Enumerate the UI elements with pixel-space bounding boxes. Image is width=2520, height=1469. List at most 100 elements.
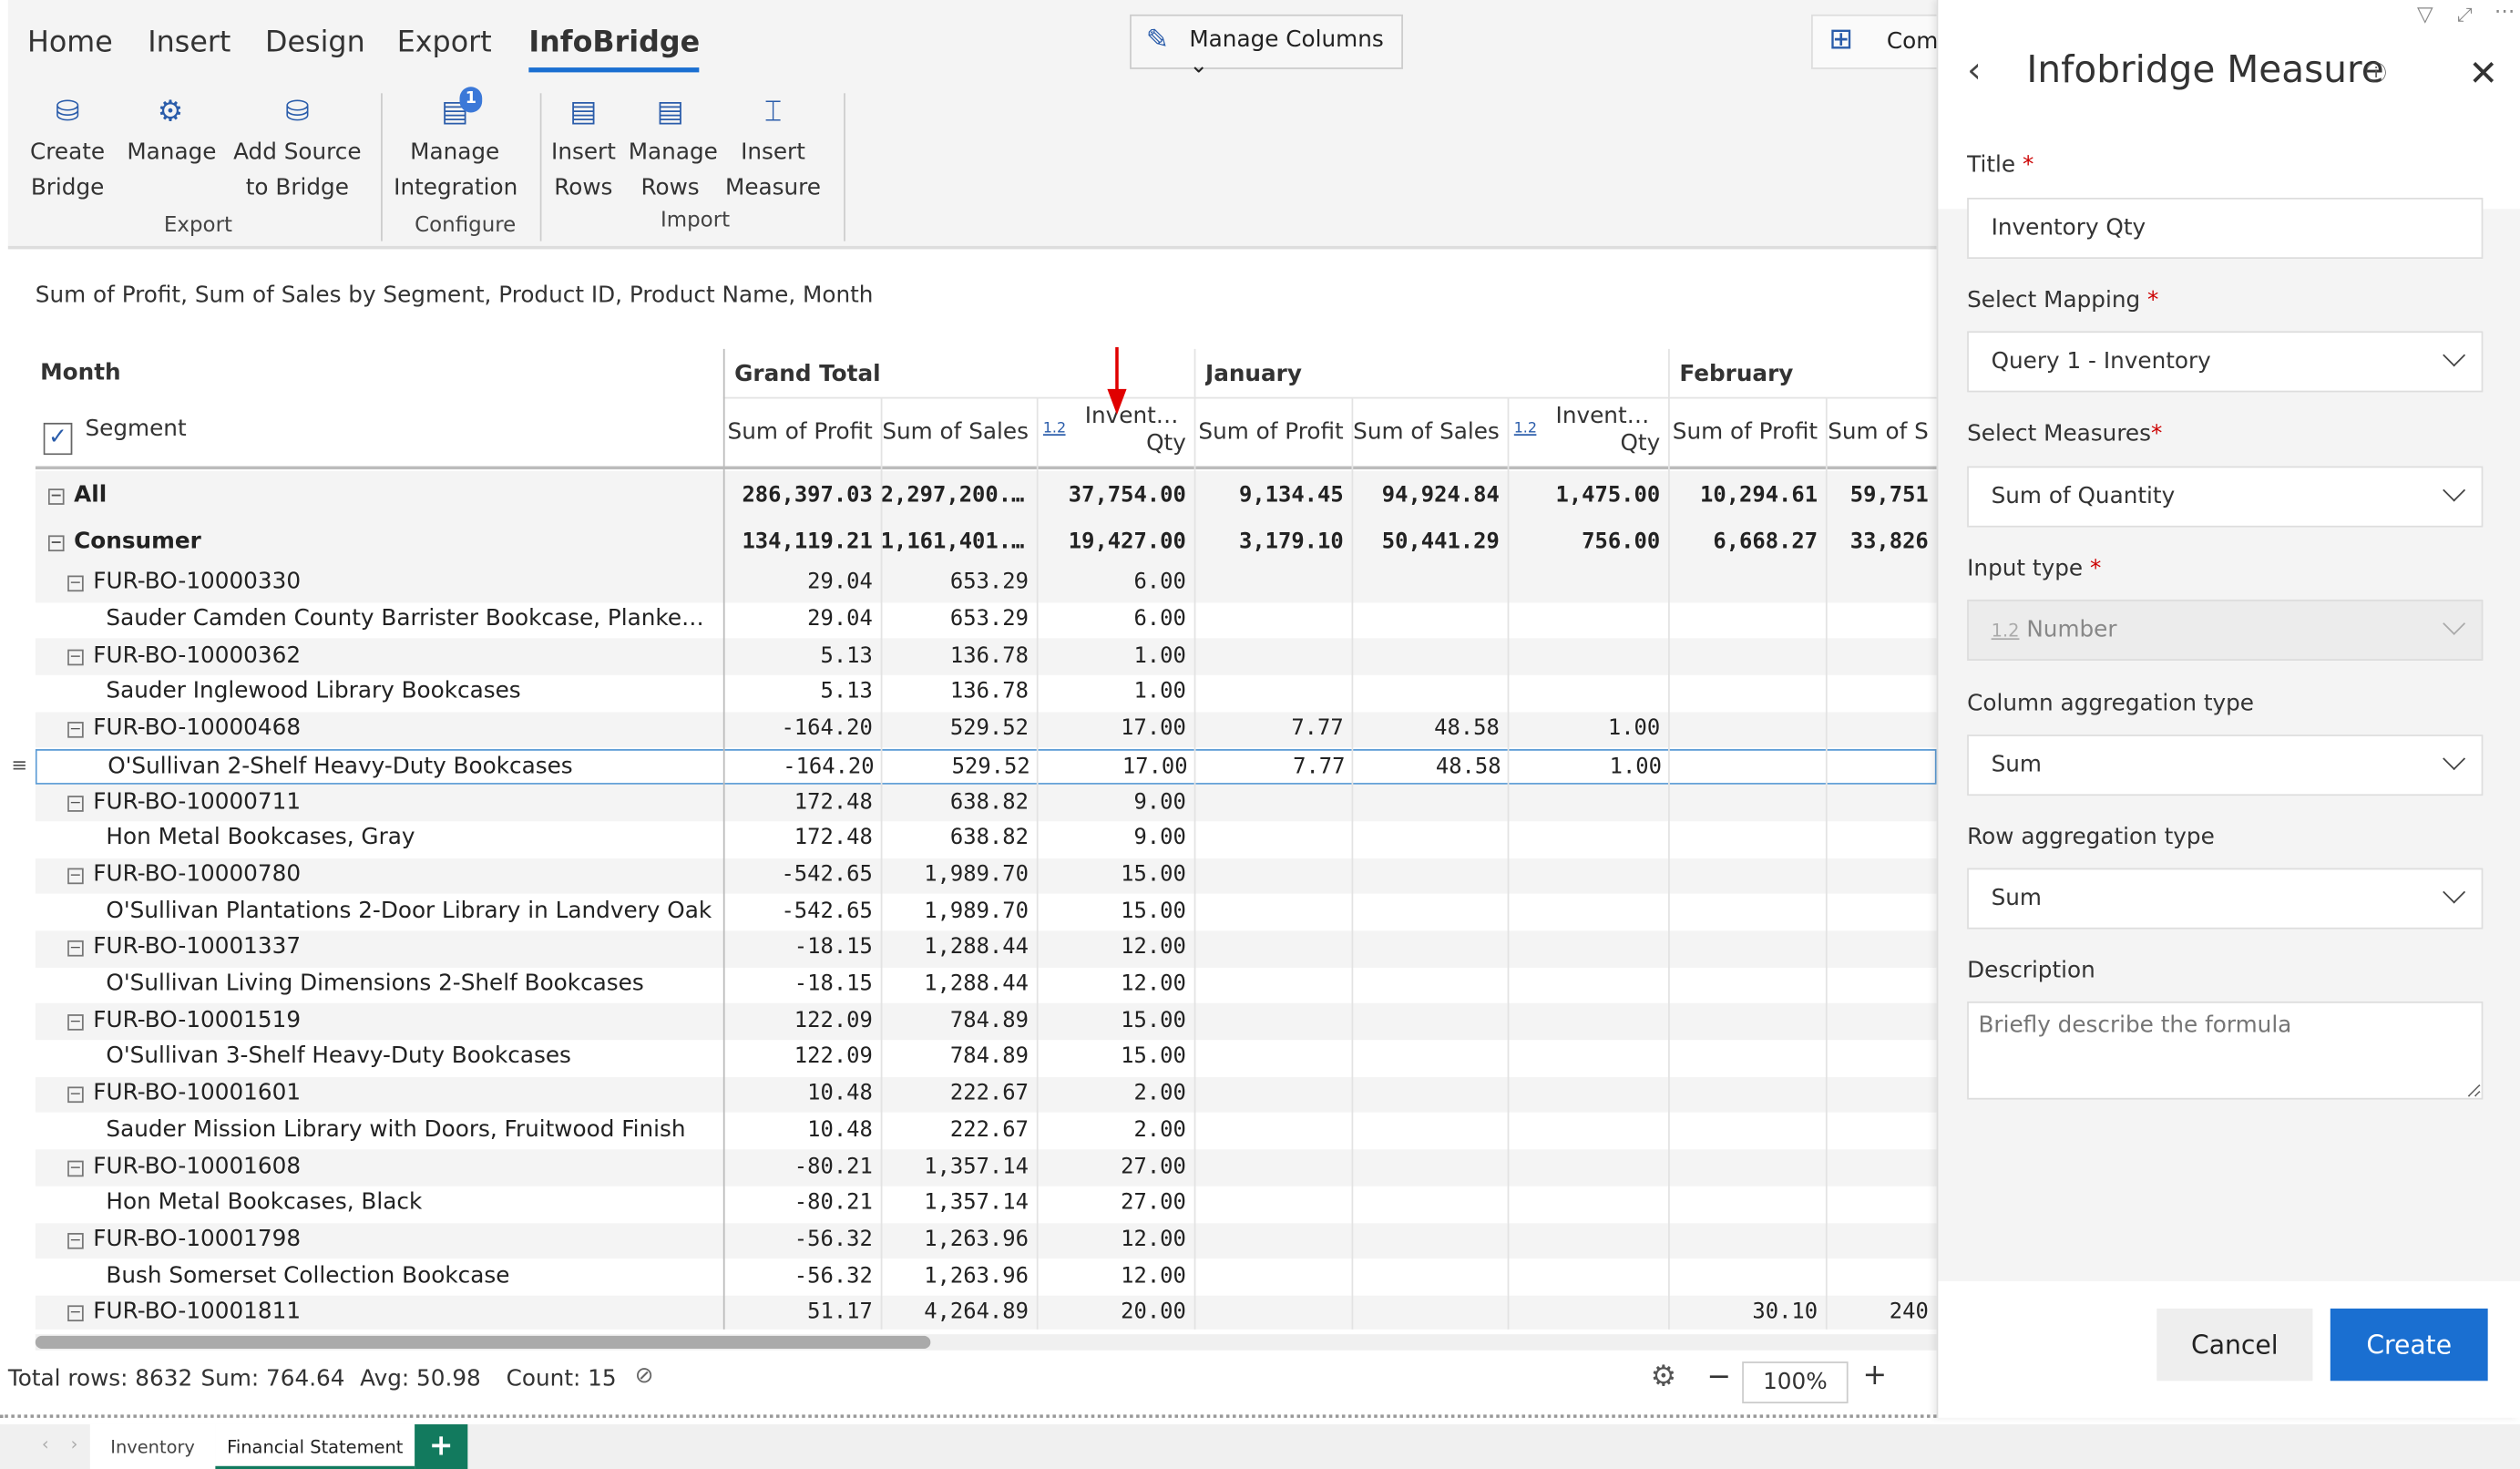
cell-value[interactable]: 1.00	[1037, 642, 1194, 668]
cell-value[interactable]: 638.82	[881, 825, 1037, 850]
cell-value[interactable]: 1,263.96	[881, 1227, 1037, 1252]
cell-value[interactable]: 48.58	[1353, 754, 1509, 779]
table-row[interactable]: − Consumer 134,119.21 1,161,401... 19,427.00…	[35, 520, 1937, 566]
cell-value[interactable]: 222.67	[881, 1081, 1037, 1106]
sheet-tab-inventory[interactable]: Inventory	[89, 1423, 216, 1469]
cell-value[interactable]: -542.65	[723, 898, 881, 923]
title-input[interactable]: Inventory Qty	[1967, 197, 2484, 260]
cell-value[interactable]: -18.15	[723, 971, 881, 997]
tab-infobridge[interactable]: InfoBridge	[528, 26, 701, 73]
next-sheet-icon[interactable]: ›	[71, 1433, 78, 1454]
collapse-icon[interactable]: −	[67, 722, 84, 738]
more-icon[interactable]: ⋯	[2494, 0, 2515, 24]
cell-value[interactable]: 29.04	[723, 570, 881, 595]
table-row[interactable]: − FUR-BO-10001601 10.48 222.67 2.00	[35, 1076, 1937, 1114]
cell-value[interactable]: 756.00	[1508, 529, 1668, 554]
cell-value[interactable]: 136.78	[881, 642, 1037, 668]
cell-value[interactable]: 2.00	[1037, 1081, 1194, 1106]
prev-sheet-icon[interactable]: ‹	[42, 1433, 49, 1454]
cell-value[interactable]: 784.89	[881, 1044, 1037, 1070]
table-row[interactable]: − FUR-BO-10001798 -56.32 1,263.96 12.00	[35, 1222, 1937, 1259]
cell-value[interactable]: 1,161,401...	[881, 529, 1037, 554]
cell-value[interactable]: 15.00	[1037, 1008, 1194, 1033]
column-header[interactable]: Sum of Profit	[723, 419, 881, 447]
cell-value[interactable]: 122.09	[723, 1044, 881, 1070]
cell-value[interactable]: 529.52	[881, 715, 1037, 741]
column-header[interactable]: Sum of Profit	[1668, 419, 1826, 447]
cell-value[interactable]: 1.00	[1508, 715, 1668, 741]
cell-value[interactable]: 27.00	[1037, 1154, 1194, 1179]
manage-button[interactable]: ⚙ Manage	[127, 93, 216, 170]
table-row[interactable]: − FUR-BO-10001608 -80.21 1,357.14 27.00	[35, 1149, 1937, 1186]
cell-value[interactable]: 1,263.96	[881, 1263, 1037, 1289]
add-source-button[interactable]: ⛁ Add Source to Bridge	[233, 93, 362, 205]
column-header[interactable]: Sum of Sales	[881, 419, 1037, 447]
cell-value[interactable]: 27.00	[1037, 1190, 1194, 1216]
cell-value[interactable]: -18.15	[723, 934, 881, 960]
info-icon[interactable]: ⓘ	[2366, 56, 2387, 87]
cancel-button[interactable]: Cancel	[2156, 1308, 2313, 1382]
cell-value[interactable]: 15.00	[1037, 898, 1194, 923]
tab-design[interactable]: Design	[265, 26, 365, 59]
segment-header[interactable]: ✓ Segment	[43, 416, 187, 456]
cell-value[interactable]: 653.29	[881, 570, 1037, 595]
cell-value[interactable]: -80.21	[723, 1190, 881, 1216]
cell-value[interactable]: 1.00	[1509, 754, 1669, 779]
cell-value[interactable]: 12.00	[1037, 971, 1194, 997]
zoom-out-button[interactable]: −	[1706, 1360, 1731, 1393]
cell-value[interactable]: 15.00	[1037, 1044, 1194, 1070]
cell-value[interactable]: 172.48	[723, 788, 881, 814]
back-icon[interactable]: ‹	[1967, 51, 1982, 91]
cell-value[interactable]: 17.00	[1039, 754, 1196, 779]
cell-value[interactable]: 2,297,200...	[881, 481, 1037, 507]
manage-rows-button[interactable]: ▤ Manage Rows	[629, 93, 718, 205]
cell-value[interactable]: 19,427.00	[1037, 529, 1194, 554]
cell-value[interactable]: 15.00	[1037, 861, 1194, 887]
measures-select[interactable]: Sum of Quantity	[1967, 466, 2484, 528]
cell-value[interactable]: 7.77	[1194, 715, 1352, 741]
tab-export[interactable]: Export	[397, 26, 492, 59]
cell-value[interactable]: 5.13	[723, 679, 881, 704]
cell-value[interactable]: 136.78	[881, 679, 1037, 704]
cell-value[interactable]: 240	[1826, 1300, 1937, 1325]
manage-columns-dropdown[interactable]: ✎ Manage Columns ⌄	[1130, 14, 1403, 78]
comments-button[interactable]: ⊞Comments	[1811, 14, 1956, 69]
table-row[interactable]: − FUR-BO-10000780 -542.65 1,989.70 15.00	[35, 858, 1937, 895]
insert-rows-button[interactable]: ▤ Insert Rows	[551, 93, 616, 205]
collapse-icon[interactable]: −	[67, 868, 84, 885]
mapping-select[interactable]: Query 1 - Inventory	[1967, 331, 2484, 393]
cell-value[interactable]: 51.17	[723, 1300, 881, 1325]
cell-value[interactable]: 1.00	[1037, 679, 1194, 704]
cell-value[interactable]: 653.29	[881, 606, 1037, 632]
expand-icon[interactable]: ⤢	[2457, 4, 2473, 27]
description-textarea[interactable]	[1967, 1001, 2484, 1100]
table-row[interactable]: − FUR-BO-10000468 -164.20 529.52 17.00 7.77 48…	[35, 712, 1937, 749]
table-row[interactable]: O'Sullivan 2-Shelf Heavy-Duty Bookcases -…	[35, 748, 1937, 786]
column-header[interactable]: Sum of Sales	[1352, 419, 1508, 447]
cell-value[interactable]: 1,989.70	[881, 861, 1037, 887]
cell-value[interactable]: 59,751	[1826, 481, 1937, 507]
cell-value[interactable]: 12.00	[1037, 1227, 1194, 1252]
insert-measure-button[interactable]: ⌶ Insert Measure	[725, 93, 822, 205]
collapse-icon[interactable]: −	[67, 1086, 84, 1104]
add-sheet-button[interactable]: +	[415, 1423, 468, 1469]
cell-value[interactable]: 50,441.29	[1352, 529, 1508, 554]
tab-insert[interactable]: Insert	[148, 26, 230, 59]
cell-value[interactable]: 10.48	[723, 1117, 881, 1143]
cell-value[interactable]: -56.32	[723, 1227, 881, 1252]
table-row[interactable]: O'Sullivan Plantations 2-Door Library in…	[35, 894, 1937, 931]
table-row[interactable]: − All 286,397.03 2,297,200... 37,754.00 9,134…	[35, 470, 1937, 521]
cell-value[interactable]: 134,119.21	[723, 529, 881, 554]
column-aggregation-select[interactable]: Sum	[1967, 734, 2484, 796]
table-row[interactable]: Bush Somerset Collection Bookcase -56.32 1…	[35, 1258, 1937, 1296]
collapse-icon[interactable]: −	[67, 1305, 84, 1322]
table-row[interactable]: Hon Metal Bookcases, Black -80.21 1,357.14…	[35, 1186, 1937, 1223]
cell-value[interactable]: 2.00	[1037, 1117, 1194, 1143]
zoom-level[interactable]: 100%	[1742, 1361, 1849, 1403]
checkbox-icon[interactable]: ✓	[43, 422, 73, 456]
table-row[interactable]: − FUR-BO-10000711 172.48 638.82 9.00	[35, 785, 1937, 822]
gear-icon[interactable]: ⚙	[1651, 1360, 1676, 1393]
collapse-icon[interactable]: −	[47, 488, 65, 505]
row-drag-handle-icon[interactable]: ≡	[11, 754, 27, 776]
cell-value[interactable]: 29.04	[723, 606, 881, 632]
